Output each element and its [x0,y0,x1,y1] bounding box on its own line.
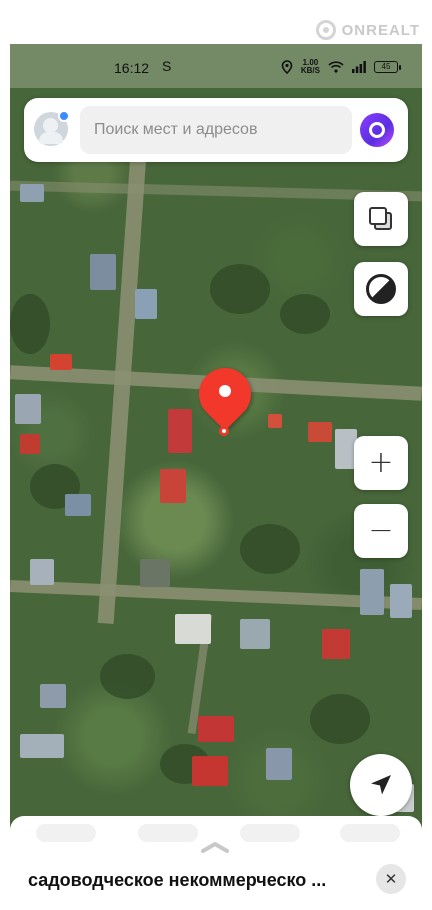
watermark-text: ONREALT [341,21,420,39]
network-speed: 1.00 KB/S [301,59,320,75]
hidden-chip [138,824,198,842]
navigation-arrow-icon [371,775,391,795]
map-house [140,559,170,587]
map-house [360,569,384,615]
map-house [160,469,186,503]
map-house [90,254,116,290]
map-house [390,584,412,618]
watermark-logo-icon [315,20,336,40]
status-bar: 16:12 S 1.00 KB/S 45 [10,44,422,88]
map-house [268,414,282,428]
map-house [266,748,292,780]
layers-button[interactable] [354,192,408,246]
map-house [192,756,228,786]
zoom-in-button[interactable]: + [354,436,408,490]
hidden-chip [240,824,300,842]
map-tree [280,294,330,334]
network-speed-unit: KB/S [300,66,320,75]
layers-icon [368,206,394,232]
map-style-icon [366,274,396,304]
zoom-in-icon: + [368,445,394,480]
map-tree [240,524,300,574]
search-card: Поиск мест и адресов [24,98,408,162]
map-house [20,434,40,454]
map-house [50,354,72,370]
status-indicators: 1.00 KB/S 45 [281,59,401,75]
status-time: 16:12 [114,60,150,76]
close-icon[interactable]: ✕ [376,864,406,894]
map-house [135,289,157,319]
location-pin-target [219,426,229,436]
map-road [97,154,147,624]
profile-icon[interactable] [34,110,70,146]
map-house [40,684,66,708]
map-tree [100,654,155,699]
map-tree [10,294,50,354]
map-house [20,734,64,758]
signal-icon [352,61,366,73]
hidden-chip [340,824,400,842]
map-style-button[interactable] [354,262,408,316]
zoom-out-icon: − [368,513,394,548]
location-pin-dot [219,385,231,397]
map-house [198,716,234,742]
map-house [240,619,270,649]
notification-icon: S [162,58,172,74]
hidden-chip [36,824,96,842]
wifi-icon [328,61,344,73]
place-card[interactable]: садоводческое некоммерческо ... ✕ [10,816,422,910]
map-tree [210,264,270,314]
place-title: садоводческое некоммерческо ... [28,870,327,890]
map-house [322,629,350,659]
watermark: ONREALT [315,20,420,40]
zoom-out-button[interactable]: − [354,504,408,558]
map-house [30,559,54,585]
phone-screen: 16:12 S 1.00 KB/S 45 Поиск мест и адресо… [10,44,422,910]
map-house [65,494,91,516]
battery-indicator: 45 [374,61,401,73]
map-house [168,409,192,453]
alice-voice-icon[interactable] [360,113,394,147]
map-house [175,614,211,644]
map-tree [310,694,370,744]
my-location-button[interactable] [350,754,412,816]
search-input[interactable]: Поиск мест и адресов [80,106,352,154]
location-status-icon [281,60,293,74]
map-house [308,422,332,442]
profile-notification-badge [58,110,70,122]
map-house [15,394,41,424]
map-house [20,184,44,202]
watermark-bar: ONREALT [0,0,432,44]
chevron-up-icon[interactable] [200,840,230,854]
